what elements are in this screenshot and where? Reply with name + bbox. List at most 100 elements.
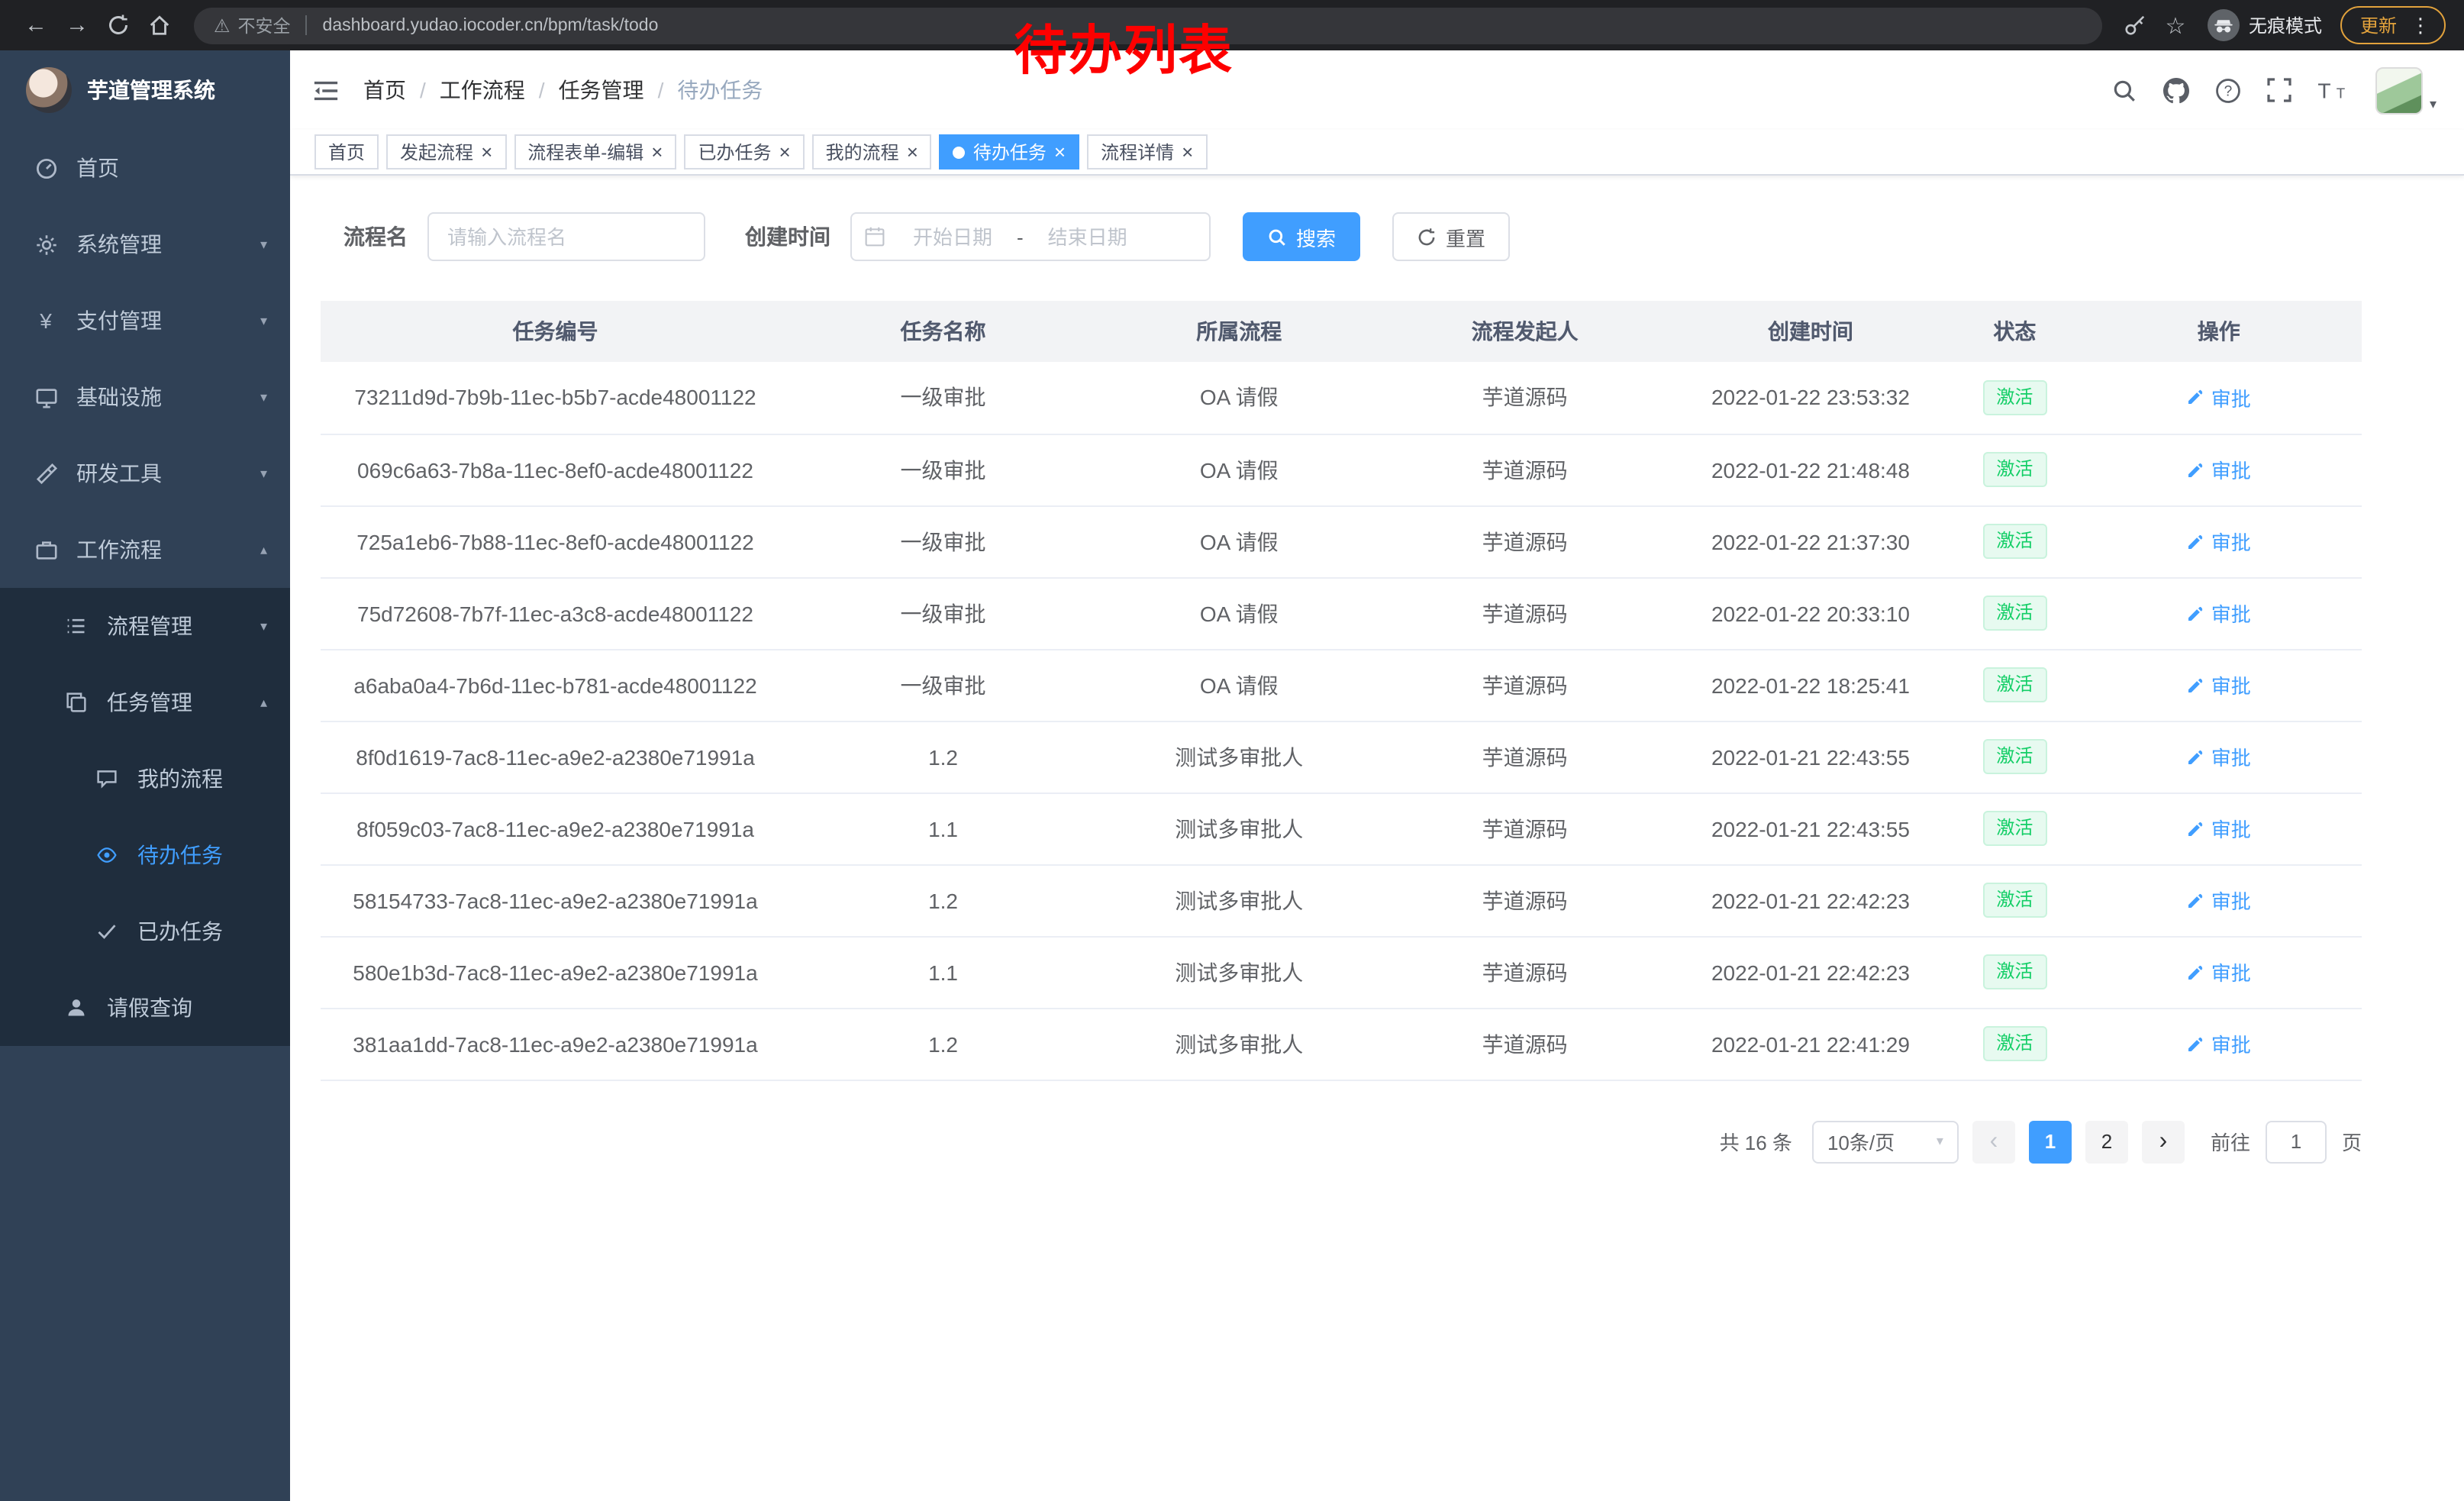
sidebar-item-label: 已办任务 <box>137 916 223 947</box>
starter-cell: 芋道源码 <box>1382 577 1667 649</box>
tab-process-detail[interactable]: 流程详情 × <box>1087 134 1207 169</box>
chevron-up-icon: ▴ <box>260 694 267 711</box>
approve-link[interactable]: 审批 <box>2187 599 2251 628</box>
starter-cell: 芋道源码 <box>1382 649 1667 721</box>
task-name-cell: 一级审批 <box>790 362 1096 434</box>
process-cell: OA 请假 <box>1096 362 1382 434</box>
goto-label: 前往 <box>2211 1127 2250 1156</box>
tab-done-tasks[interactable]: 已办任务 × <box>684 134 804 169</box>
help-icon[interactable]: ? <box>2216 77 2242 103</box>
page-button-1[interactable]: 1 <box>2029 1120 2072 1163</box>
browser-back-icon[interactable]: ← <box>15 5 56 46</box>
sidebar-collapse-icon[interactable] <box>311 77 340 103</box>
close-icon[interactable]: × <box>1054 142 1066 162</box>
sidebar-item-payment-management[interactable]: ¥ 支付管理 ▾ <box>0 282 290 359</box>
create-time-cell: 2022-01-22 21:48:48 <box>1668 434 1953 505</box>
task-name-cell: 1.2 <box>790 864 1096 936</box>
edit-icon <box>2187 963 2205 981</box>
sidebar-item-todo-tasks[interactable]: 待办任务 <box>0 817 290 893</box>
approve-link[interactable]: 审批 <box>2187 383 2251 412</box>
process-name-input[interactable] <box>427 212 705 261</box>
browser-menu-icon[interactable]: ⋮ <box>2411 13 2430 37</box>
create-time-cell: 2022-01-21 22:41:29 <box>1668 1008 1953 1080</box>
bookmark-star-icon[interactable]: ☆ <box>2156 11 2195 39</box>
table-row: 58154733-7ac8-11ec-a9e2-a2380e71991a 1.2… <box>321 864 2362 936</box>
sidebar-item-label: 流程管理 <box>107 611 192 641</box>
approve-link[interactable]: 审批 <box>2187 1029 2251 1058</box>
font-size-icon[interactable]: TT <box>2318 79 2350 102</box>
sidebar-item-dev-tools[interactable]: 研发工具 ▾ <box>0 435 290 512</box>
approve-link[interactable]: 审批 <box>2187 455 2251 484</box>
reset-button[interactable]: 重置 <box>1392 212 1510 261</box>
user-avatar-menu[interactable]: ▾ <box>2376 66 2437 114</box>
approve-link[interactable]: 审批 <box>2187 742 2251 771</box>
tab-home[interactable]: 首页 <box>314 134 379 169</box>
tab-my-processes[interactable]: 我的流程 × <box>812 134 932 169</box>
github-icon[interactable] <box>2164 77 2190 103</box>
sidebar-item-done-tasks[interactable]: 已办任务 <box>0 893 290 970</box>
edit-icon <box>2187 460 2205 479</box>
sidebar-item-my-processes[interactable]: 我的流程 <box>0 741 290 817</box>
approve-link[interactable]: 审批 <box>2187 886 2251 915</box>
process-name-label: 流程名 <box>343 221 408 252</box>
approve-link[interactable]: 审批 <box>2187 527 2251 556</box>
sidebar-item-label: 研发工具 <box>76 458 162 489</box>
tab-process-form-edit[interactable]: 流程表单-编辑 × <box>514 134 676 169</box>
sidebar-item-process-management[interactable]: 流程管理 ▾ <box>0 588 290 664</box>
sidebar-item-home[interactable]: 首页 <box>0 130 290 206</box>
close-icon[interactable]: × <box>481 142 492 162</box>
browser-forward-icon[interactable]: → <box>56 5 98 46</box>
close-icon[interactable]: × <box>779 142 790 162</box>
approve-link[interactable]: 审批 <box>2187 957 2251 986</box>
pagination: 共 16 条 10条/页 ▾ ‹ 1 2 › 前往 页 <box>321 1120 2362 1163</box>
starter-cell: 芋道源码 <box>1382 936 1667 1008</box>
sidebar-item-leave-query[interactable]: 请假查询 <box>0 970 290 1046</box>
prev-page-button[interactable]: ‹ <box>1972 1120 2015 1163</box>
goto-page-input[interactable] <box>2266 1120 2327 1163</box>
breadcrumb-item-home[interactable]: 首页 <box>363 75 406 105</box>
column-header-starter: 流程发起人 <box>1382 301 1667 362</box>
column-header-task-name: 任务名称 <box>790 301 1096 362</box>
page-button-2[interactable]: 2 <box>2085 1120 2128 1163</box>
breadcrumb-item-task-management[interactable]: 任务管理 <box>559 75 644 105</box>
table-row: 580e1b3d-7ac8-11ec-a9e2-a2380e71991a 1.1… <box>321 936 2362 1008</box>
app-logo[interactable]: 芋道管理系统 <box>0 50 290 130</box>
close-icon[interactable]: × <box>651 142 663 162</box>
sidebar-item-task-management[interactable]: 任务管理 ▴ <box>0 664 290 741</box>
browser-reload-icon[interactable] <box>98 5 139 46</box>
update-button[interactable]: 更新 ⋮ <box>2340 6 2446 44</box>
search-icon[interactable] <box>2112 77 2138 103</box>
next-page-button[interactable]: › <box>2142 1120 2185 1163</box>
approve-link[interactable]: 审批 <box>2187 670 2251 699</box>
process-cell: 测试多审批人 <box>1096 792 1382 864</box>
tab-start-process[interactable]: 发起流程 × <box>386 134 506 169</box>
sidebar-item-infrastructure[interactable]: 基础设施 ▾ <box>0 359 290 435</box>
date-range-picker[interactable]: - <box>850 212 1211 261</box>
status-badge: 激活 <box>1982 380 2046 415</box>
main-area: 首页 / 工作流程 / 任务管理 / 待办任务 ? <box>290 50 2464 1501</box>
start-date-input[interactable] <box>892 225 1014 248</box>
browser-home-icon[interactable] <box>139 5 180 46</box>
approve-link[interactable]: 审批 <box>2187 814 2251 843</box>
create-time-cell: 2022-01-21 22:43:55 <box>1668 721 1953 792</box>
close-icon[interactable]: × <box>907 142 918 162</box>
page-size-select[interactable]: 10条/页 ▾ <box>1812 1120 1959 1163</box>
status-badge: 激活 <box>1982 883 2046 918</box>
sidebar-item-system-management[interactable]: 系统管理 ▾ <box>0 206 290 282</box>
sidebar-item-label: 基础设施 <box>76 382 162 412</box>
column-header-status: 状态 <box>1953 301 2075 362</box>
breadcrumb-item-workflow[interactable]: 工作流程 <box>440 75 525 105</box>
status-badge: 激活 <box>1982 596 2046 631</box>
close-icon[interactable]: × <box>1182 142 1193 162</box>
password-key-icon[interactable] <box>2116 14 2156 37</box>
process-cell: OA 请假 <box>1096 577 1382 649</box>
sidebar-item-label: 待办任务 <box>137 840 223 870</box>
tab-label: 已办任务 <box>698 139 771 165</box>
end-date-input[interactable] <box>1027 225 1149 248</box>
tab-todo-tasks[interactable]: 待办任务 × <box>940 134 1079 169</box>
create-time-cell: 2022-01-22 23:53:32 <box>1668 362 1953 434</box>
check-icon <box>93 921 121 942</box>
search-button[interactable]: 搜索 <box>1243 212 1360 261</box>
sidebar-item-workflow[interactable]: 工作流程 ▴ <box>0 512 290 588</box>
fullscreen-icon[interactable] <box>2268 78 2292 102</box>
